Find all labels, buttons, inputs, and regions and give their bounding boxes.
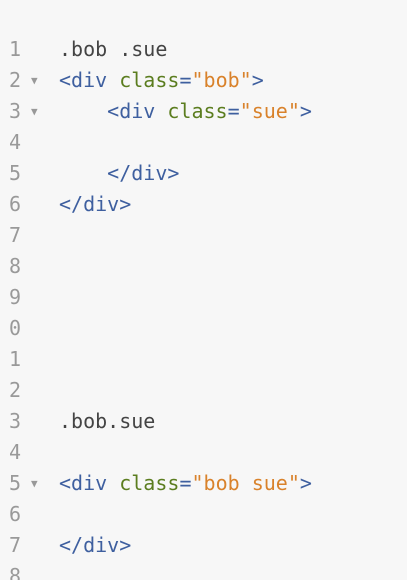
code-line-5[interactable]: 5: [0, 127, 407, 185]
fold-toggle-icon[interactable]: ▼: [31, 96, 38, 127]
attr-value: "sue": [239, 99, 300, 123]
html-open-tag-bob-sue: <div class="bob sue">: [59, 468, 312, 499]
code-line-8[interactable]: 8: [0, 220, 407, 278]
html-close-tag-bob-sue: </div>: [59, 533, 132, 557]
code-line-14[interactable]: 4 .bob.sue: [0, 406, 407, 464]
tag-name: <div: [59, 68, 108, 92]
tag-close-bracket: >: [251, 68, 264, 92]
attr-name: class: [119, 68, 180, 92]
code-line-16[interactable]: 6 ▼ <div class="bob sue">: [0, 468, 407, 526]
attr-equals: =: [179, 471, 192, 495]
tag-close-bracket: >: [299, 99, 312, 123]
attr-name: class: [167, 99, 228, 123]
code-line-17[interactable]: 7: [0, 499, 407, 557]
code-line-9[interactable]: 9: [0, 251, 407, 309]
code-line-18[interactable]: 8 </div>: [0, 530, 407, 580]
code-line-1[interactable]: 1: [0, 3, 407, 61]
html-close-tag-sue: </div>: [59, 158, 179, 189]
attr-value: "bob sue": [191, 471, 300, 495]
attr-equals: =: [179, 68, 192, 92]
attr-equals: =: [227, 99, 240, 123]
tag-name: <div: [59, 471, 108, 495]
code-line-15[interactable]: 5: [0, 437, 407, 495]
code-line-4[interactable]: 4 ▼ <div class="sue">: [0, 96, 407, 154]
closing-tag: </div>: [107, 161, 180, 185]
tag-name: <div: [107, 99, 156, 123]
tag-close-bracket: >: [299, 471, 312, 495]
css-selector-compound: .bob.sue: [59, 409, 156, 433]
code-line-7[interactable]: 7 </div>: [0, 189, 407, 247]
html-open-tag-sue: <div class="sue">: [59, 96, 312, 127]
attr-name: class: [119, 471, 180, 495]
html-close-tag-bob: </div>: [59, 192, 132, 216]
code-line-13[interactable]: 3: [0, 375, 407, 433]
code-line-11[interactable]: 1: [0, 313, 407, 371]
code-line-10[interactable]: 0: [0, 282, 407, 340]
attr-value: "bob": [191, 68, 252, 92]
code-line-12[interactable]: 2: [0, 344, 407, 402]
line-number: 8: [8, 564, 21, 580]
fold-toggle-icon[interactable]: ▼: [31, 65, 38, 96]
css-selector-descendant: .bob .sue: [59, 37, 168, 61]
code-line-2[interactable]: 2 .bob .sue: [0, 34, 407, 92]
code-line-3[interactable]: 3 ▼ <div class="bob">: [0, 65, 407, 123]
code-line-6[interactable]: 6 </div>: [0, 158, 407, 216]
html-open-tag-bob: <div class="bob">: [59, 65, 264, 96]
fold-toggle-icon[interactable]: ▼: [31, 468, 38, 499]
code-editor[interactable]: 1 2 .bob .sue 3 ▼ <div class="bob"> 4 ▼ …: [0, 0, 407, 580]
